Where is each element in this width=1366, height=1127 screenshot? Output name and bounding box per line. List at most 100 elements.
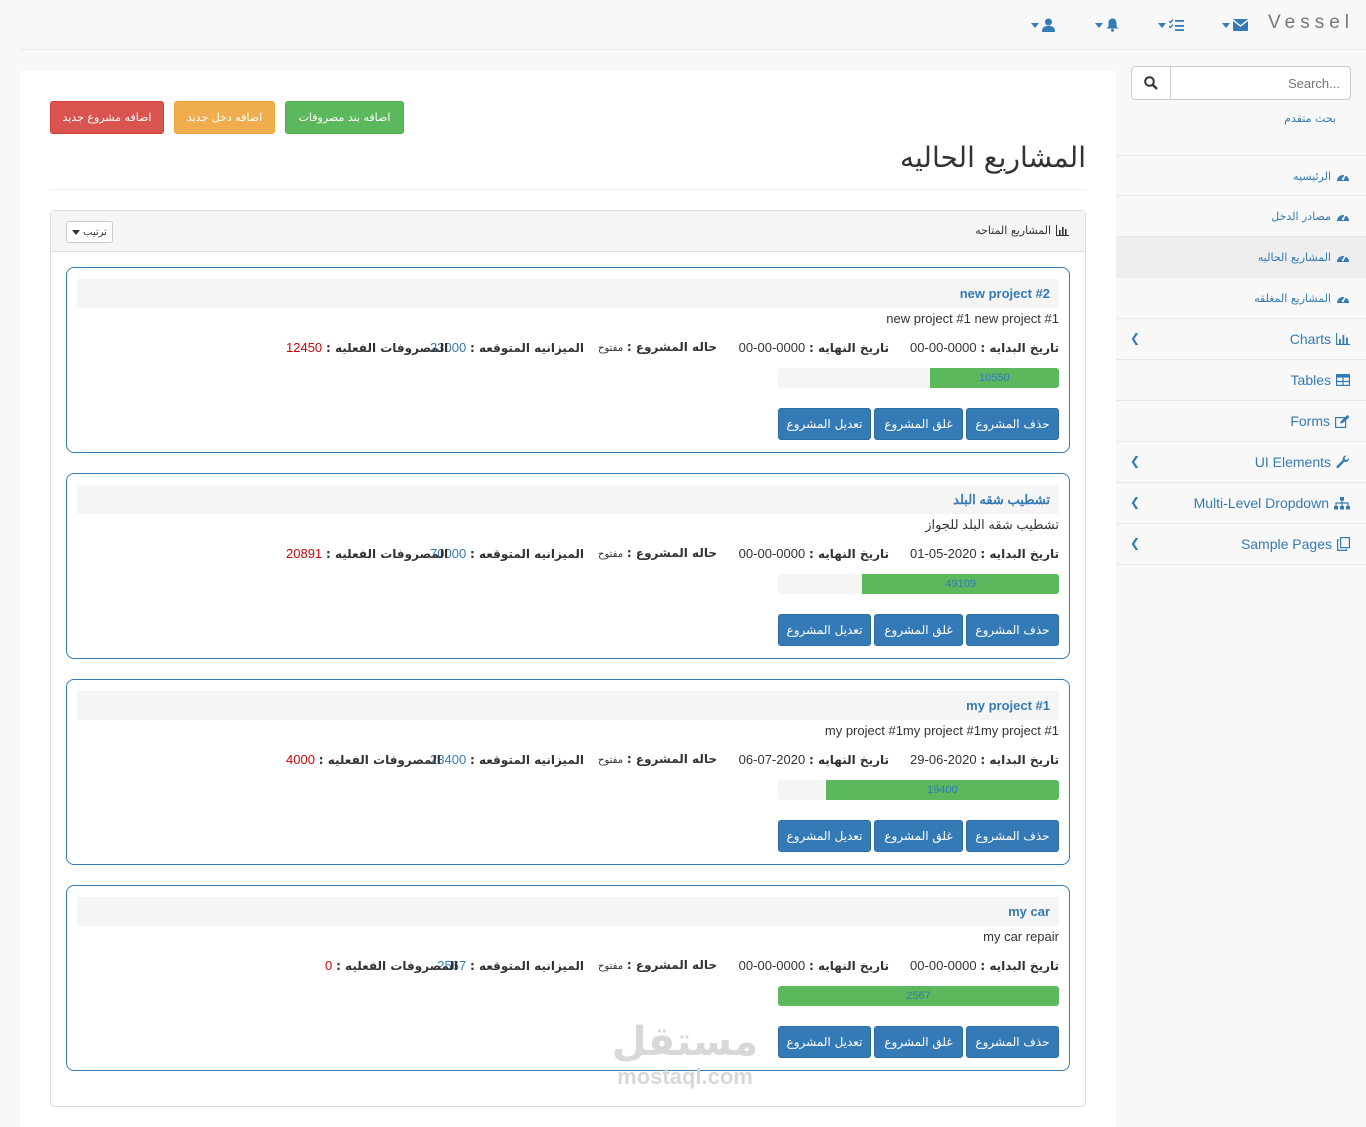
dashboard-icon [1336,210,1350,222]
expenses-label: المصروفات الفعليه : [318,753,441,767]
end-date-field: تاريخ النهايه : 0000-00-00 [739,958,889,976]
envelope-icon [1233,19,1248,31]
sidebar-item[interactable]: Tables [1116,360,1366,401]
project-header: my project #1 [77,691,1059,720]
close-project-button[interactable]: غلق المشروع [874,408,963,440]
sidebar-item-text: Forms [1290,413,1330,429]
sidebar-menu: الرئيسيه مصادر الدخل المشاريع الحاليه ال… [1116,155,1366,565]
sidebar-item-label: Sample Pages [1241,524,1350,564]
project-name[interactable]: new project #2 [960,286,1050,301]
brand-logo[interactable]: Vessel [1268,12,1354,34]
budget-label: الميزانيه المتوقعه : [470,753,584,767]
project-header: new project #2 [77,279,1059,308]
user-icon [1042,18,1055,32]
sidebar-item-label: الرئيسيه [1293,156,1350,196]
budget-label: الميزانيه المتوقعه : [470,547,584,561]
project-name[interactable]: my car [1008,904,1050,919]
search-icon [1144,76,1158,90]
sidebar-item[interactable]: Forms [1116,401,1366,442]
progress-bar: 49109 [862,574,1059,594]
close-project-button[interactable]: غلق المشروع [874,614,963,646]
start-date-label: تاريخ البدايه : [980,547,1059,561]
sidebar-item[interactable]: الرئيسيه [1116,155,1366,196]
budget-label: الميزانيه المتوقعه : [470,959,584,973]
sidebar-item-label: مصادر الدخل [1271,196,1350,236]
delete-project-button[interactable]: حذف المشروع [966,1026,1059,1058]
chevron-left-icon: ❮ [1130,331,1141,345]
status-value: مفتوح [598,549,624,560]
start-date-field: تاريخ البدايه : 0000-00-00 [910,958,1059,976]
sidebar-item-label: المشاريع الحاليه [1258,237,1350,277]
search-button[interactable] [1132,67,1171,99]
caret-down-icon [72,229,81,235]
end-date-label: تاريخ النهايه : [809,547,889,561]
expenses-label: المصروفات الفعليه : [336,959,459,973]
project-header: تشطيب شقه البلد [77,485,1059,514]
page-content: اضافه مشروع جديد اضافه دخل جديد اضافه بن… [20,71,1116,1127]
sidebar-item-label: Tables [1291,360,1350,400]
advanced-search-link[interactable]: بحث متقدم [1284,112,1336,125]
sidebar-item-text: Charts [1289,331,1331,347]
close-project-button[interactable]: غلق المشروع [874,1026,963,1058]
sitemap-icon [1334,496,1350,510]
edit-project-button[interactable]: تعديل المشروع [778,1026,871,1058]
search-box [1131,66,1351,100]
expenses-field: المصروفات الفعليه : 4000 [286,752,441,770]
sidebar-item[interactable]: ❮ Charts [1116,319,1366,360]
sidebar-item-label: Forms [1290,401,1350,441]
status-value: مفتوح [598,343,624,354]
end-date-label: تاريخ النهايه : [809,341,889,355]
expenses-value: 12450 [286,340,323,355]
sidebar-item[interactable]: المشاريع المغلقه [1116,278,1366,319]
budget-field: الميزانيه المتوقعه : 23000 [430,340,584,358]
project-description: my project #1my project #1my project #1 [824,723,1059,738]
page-title: المشاريع الحاليه [899,141,1086,174]
sort-label: ترتيب [83,226,107,238]
add-income-button[interactable]: اضافه دخل جديد [174,101,275,134]
delete-project-button[interactable]: حذف المشروع [966,408,1059,440]
tasks-icon [1169,19,1184,31]
budget-field: الميزانيه المتوقعه : 23400 [430,752,584,770]
user-dropdown[interactable] [1031,15,1055,35]
progress-value: 19400 [927,784,958,796]
sidebar-item[interactable]: ❮ UI Elements [1116,442,1366,483]
sort-dropdown[interactable]: ترتيب [66,221,113,243]
expenses-field: المصروفات الفعليه : 20891 [286,546,448,564]
edit-project-button[interactable]: تعديل المشروع [778,820,871,852]
sidebar-item[interactable]: مصادر الدخل [1116,196,1366,237]
project-name[interactable]: تشطيب شقه البلد [953,492,1050,508]
edit-project-button[interactable]: تعديل المشروع [778,408,871,440]
project-name[interactable]: my project #1 [966,698,1050,713]
messages-dropdown[interactable] [1222,15,1248,35]
sidebar-item[interactable]: ❮ Sample Pages [1116,524,1366,565]
progress-value: 2567 [906,990,931,1002]
project-description: new project #1 new project #1 [886,311,1059,326]
start-date-value: 0000-00-00 [910,958,977,973]
close-project-button[interactable]: غلق المشروع [874,820,963,852]
edit-project-button[interactable]: تعديل المشروع [778,614,871,646]
end-date-field: تاريخ النهايه : 2020-07-06 [739,752,889,770]
tasks-dropdown[interactable] [1158,15,1184,35]
alerts-dropdown[interactable] [1095,15,1119,35]
dashboard-icon [1336,170,1350,182]
projects-panel: المشاريع المتاحه ترتيب new project #2 ne… [50,210,1086,1107]
progress-bar: 2567 [778,986,1059,1006]
sidebar-item-label: UI Elements [1255,442,1350,482]
expenses-value: 4000 [286,752,315,767]
status-field: حاله المشروع : مفتوح [598,958,717,976]
dashboard-icon [1336,292,1350,304]
start-date-value: 2020-06-29 [910,752,977,767]
caret-down-icon [1031,22,1039,28]
status-value: مفتوح [598,961,624,972]
search-input[interactable] [1172,67,1350,99]
delete-project-button[interactable]: حذف المشروع [966,614,1059,646]
end-date-value: 2020-07-06 [738,752,806,767]
start-date-field: تاريخ البدايه : 2020-05-01 [910,546,1059,564]
add-expense-button[interactable]: اضافه بند مصروفات [285,101,404,134]
sidebar-item[interactable]: المشاريع الحاليه [1116,237,1366,278]
sidebar-item-text: Multi-Level Dropdown [1193,495,1329,511]
sidebar-item[interactable]: ❮ Multi-Level Dropdown [1116,483,1366,524]
add-project-button[interactable]: اضافه مشروع جديد [50,101,164,134]
delete-project-button[interactable]: حذف المشروع [966,820,1059,852]
end-date-field: تاريخ النهايه : 0000-00-00 [739,546,889,564]
